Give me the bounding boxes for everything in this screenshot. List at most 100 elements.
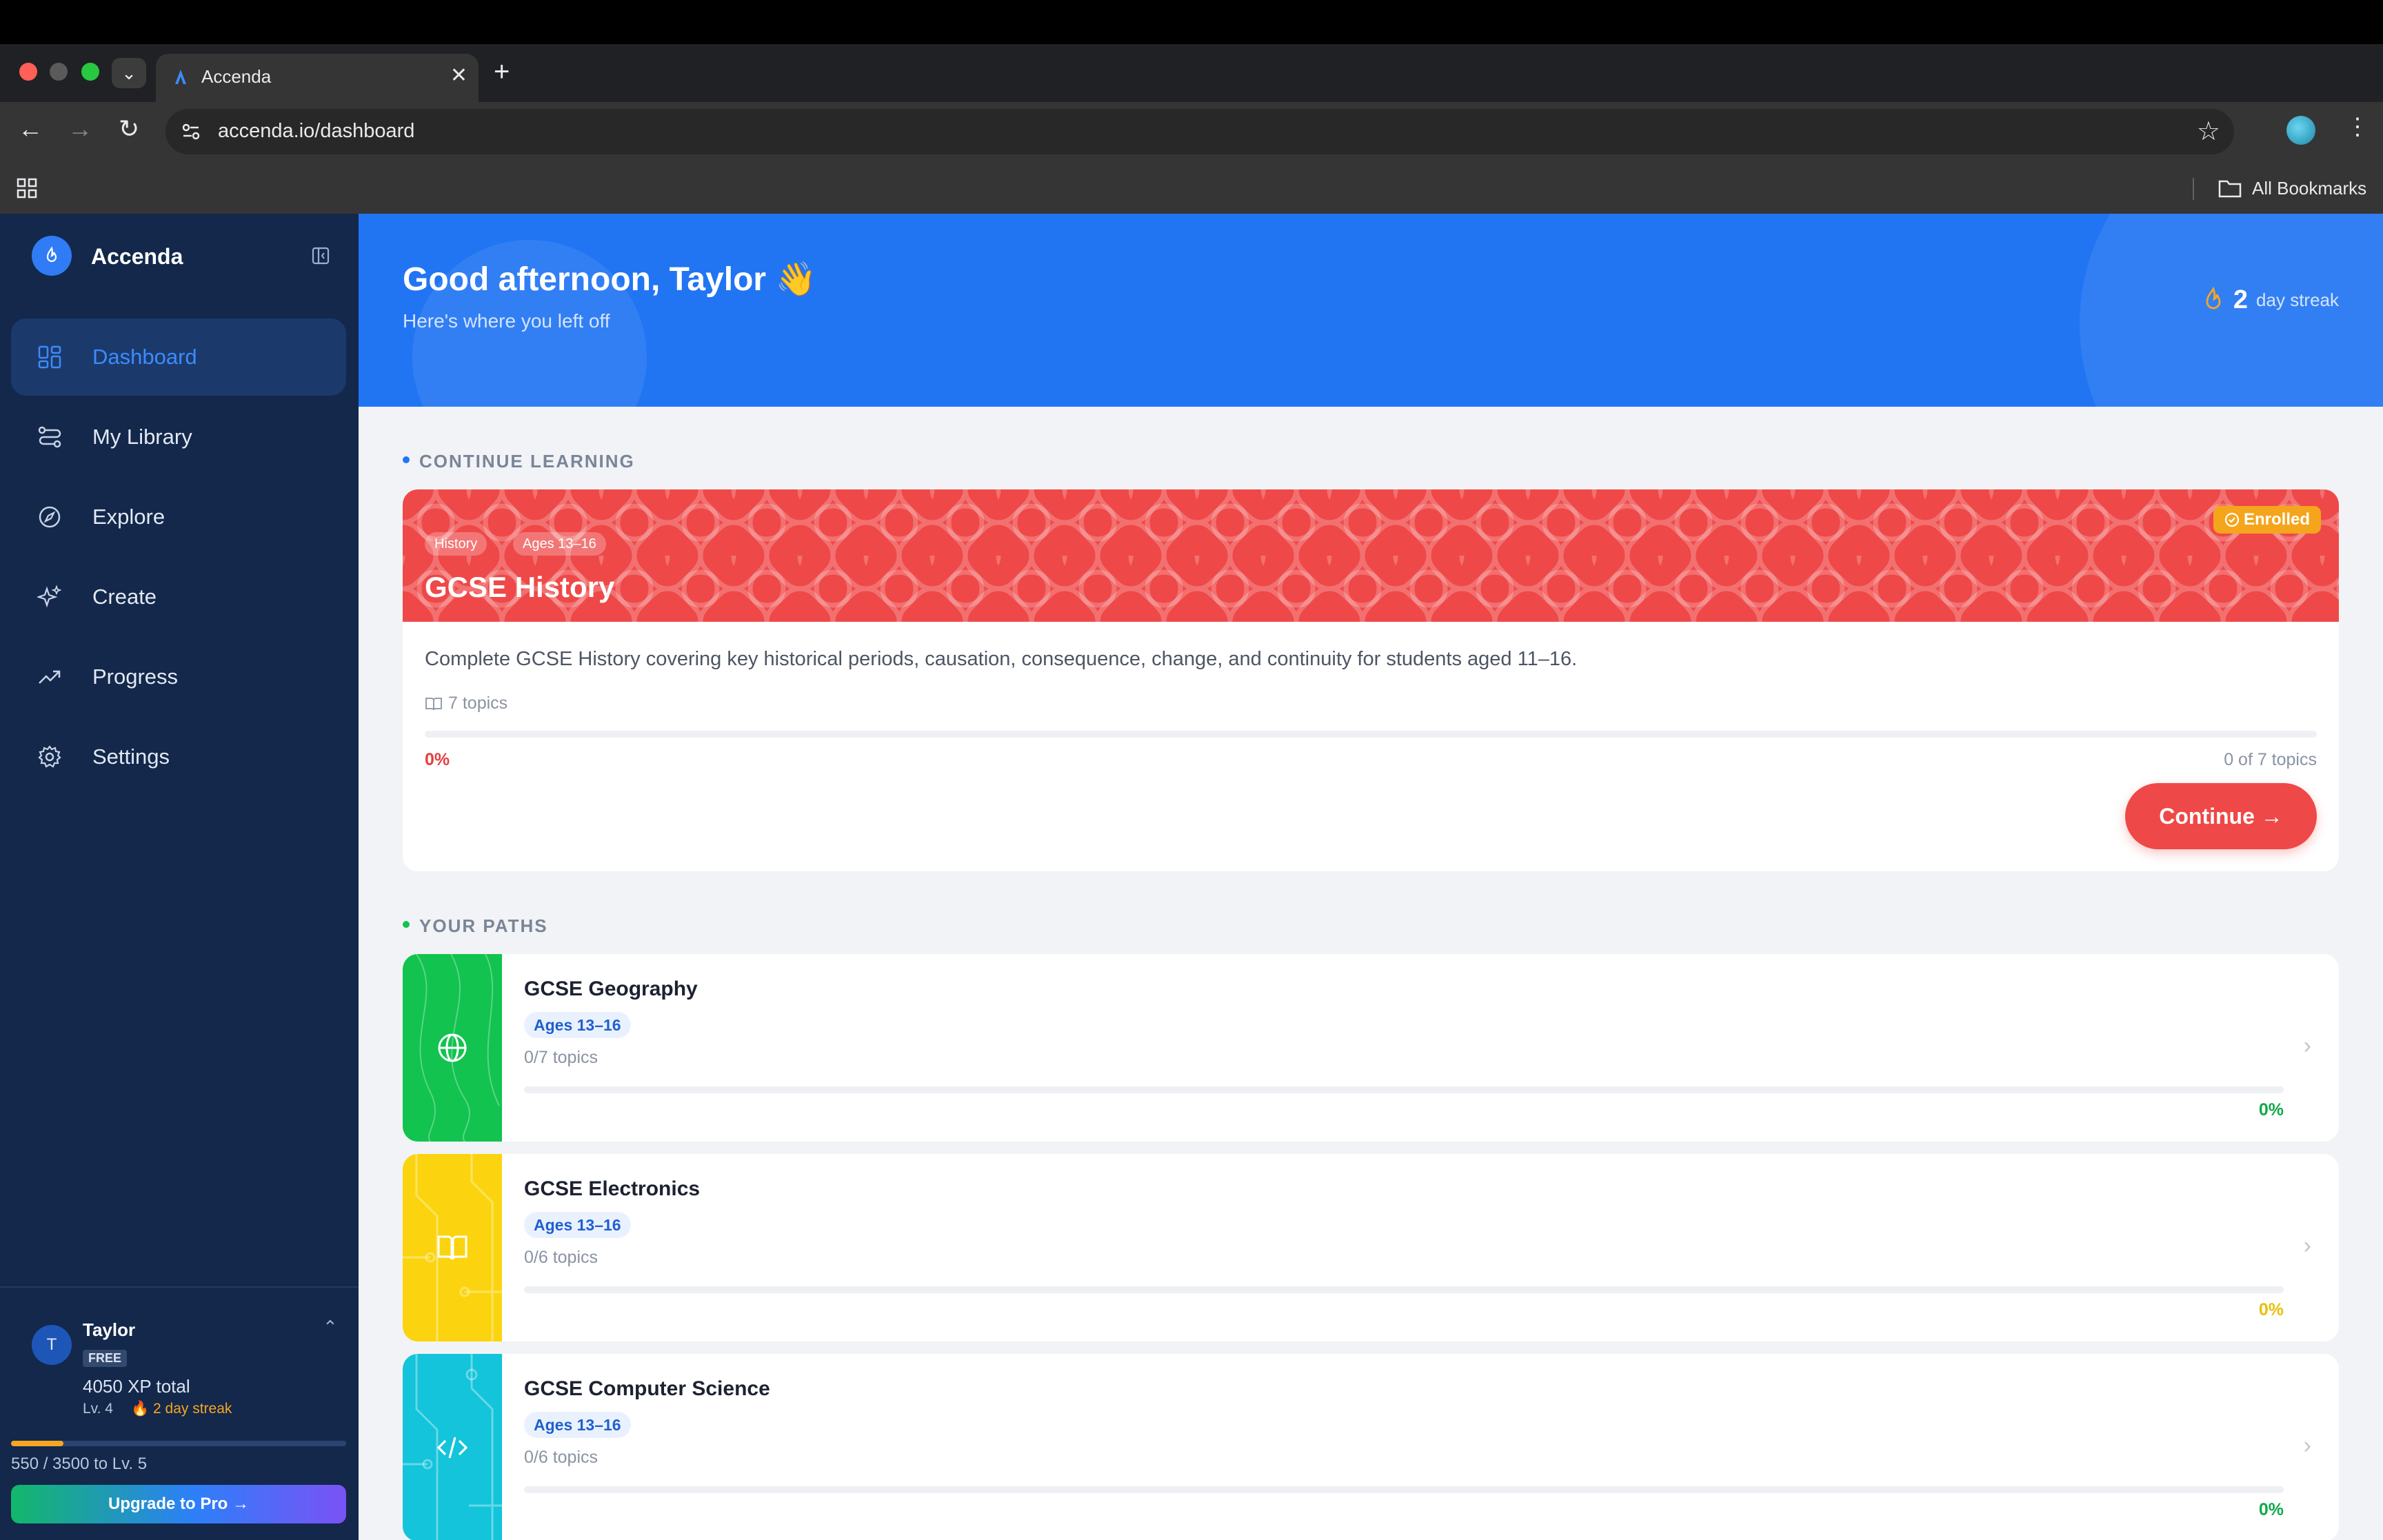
sidebar-item-label: Explore [92,505,165,529]
code-icon [436,1437,468,1459]
sidebar-item-label: Settings [92,744,170,769]
user-name: Taylor [83,1319,136,1340]
maximize-window-button[interactable] [81,63,99,81]
streak-counter: 2 day streak [2202,283,2339,317]
sidebar-item-dashboard[interactable]: Dashboard [11,318,346,396]
chevron-right-icon[interactable]: › [2304,1432,2311,1459]
sidebar-item-label: Create [92,585,157,609]
path-percent: 0% [2258,1300,2284,1319]
profile-avatar[interactable] [2286,116,2315,145]
gear-icon [38,745,61,768]
dashboard-icon [38,345,61,369]
course-title: GCSE History [425,571,615,603]
close-window-button[interactable] [19,63,37,81]
tab-search-button[interactable]: ⌄ [112,58,146,88]
path-title: GCSE Electronics [524,1177,701,1200]
bookmark-star-icon[interactable]: ☆ [2197,116,2220,147]
navigation-bar: ← → ↻ accenda.io/dashboard ☆ ⋮ [0,102,2383,163]
continue-button[interactable]: Continue → [2125,783,2317,849]
greeting: Good afternoon, Taylor 👋 [403,261,817,298]
app-area: Accenda Dashboard My Library Explore Cre… [0,214,2383,1540]
new-tab-button[interactable]: + [494,57,510,88]
path-progress-bar [524,1286,2284,1293]
course-topics: 7 topics [425,693,507,713]
course-tag: Ages 13–16 [513,532,606,556]
sidebar-item-label: Dashboard [92,345,197,369]
flame-icon: 🔥 [131,1401,150,1417]
xp-caption: 550 / 3500 to Lv. 5 [11,1455,148,1473]
path-title: GCSE Geography [524,977,698,1000]
path-percent: 0% [2258,1100,2284,1119]
address-bar[interactable]: accenda.io/dashboard ☆ [165,109,2234,154]
book-icon [425,697,442,710]
path-thumbnail [403,1154,502,1341]
compass-icon [39,506,61,528]
path-topics: 0/7 topics [524,1048,599,1067]
apps-grid-icon[interactable] [15,176,39,200]
course-banner: History Ages 13–16 GCSE History Enrolled [403,489,2339,622]
brand-logo[interactable] [32,236,72,276]
course-topic-count: 0 of 7 topics [2224,750,2317,769]
path-topics: 0/6 topics [524,1248,599,1267]
course-percent: 0% [425,750,450,769]
accenda-favicon-icon [175,70,186,84]
sparkle-icon [37,585,62,608]
screen: ⌄ Accenda ✕ + ← → ↻ accenda.io/dashboard… [0,0,2383,1540]
all-bookmarks-link[interactable]: All Bookmarks [2252,178,2366,199]
close-tab-icon[interactable]: ✕ [450,63,467,88]
streak-label: day streak [2256,289,2339,310]
chevron-right-icon[interactable]: › [2304,1233,2311,1259]
url-text: accenda.io/dashboard [218,120,415,142]
path-card-electronics[interactable]: GCSE Electronics Ages 13–16 0/6 topics 0… [403,1154,2339,1341]
path-topics: 0/6 topics [524,1448,599,1467]
course-description: Complete GCSE History covering key histo… [425,648,1578,670]
path-age-badge: Ages 13–16 [524,1012,631,1038]
sidebar-item-create[interactable]: Create [11,558,346,636]
site-settings-icon[interactable] [179,120,203,143]
brand-name: Accenda [91,244,183,269]
path-progress-bar [524,1086,2284,1093]
flame-icon [2206,287,2221,310]
collapse-sidebar-icon[interactable] [312,247,330,265]
path-card-computer-science[interactable]: GCSE Computer Science Ages 13–16 0/6 top… [403,1354,2339,1540]
tab-bar: ⌄ Accenda ✕ + [0,44,2383,102]
sidebar-item-settings[interactable]: Settings [11,718,346,796]
flame-icon [46,246,57,263]
continue-course-card[interactable]: History Ages 13–16 GCSE History Enrolled… [403,489,2339,871]
banner-pattern [403,489,2339,622]
path-age-badge: Ages 13–16 [524,1412,631,1438]
back-button[interactable]: ← [18,114,43,143]
sidebar-item-label: Progress [92,665,179,689]
sidebar-item-progress[interactable]: Progress [11,638,346,716]
section-dot [403,921,410,928]
path-age-badge: Ages 13–16 [524,1212,631,1238]
sidebar-item-label: My Library [92,425,192,449]
user-streak-label: 2 day streak [153,1401,232,1417]
avatar[interactable]: T [32,1325,72,1365]
forward-button[interactable]: → [68,114,92,143]
path-progress-bar [524,1486,2284,1493]
sidebar-divider [0,1286,359,1288]
sidebar-item-explore[interactable]: Explore [11,478,346,556]
section-heading-paths: YOUR PATHS [419,915,548,936]
chevron-up-icon[interactable]: ⌃ [323,1317,338,1338]
path-thumbnail [403,954,502,1142]
book-icon [437,1235,467,1260]
browser-menu-icon[interactable]: ⋮ [2346,113,2369,141]
sidebar: Accenda Dashboard My Library Explore Cre… [0,214,359,1540]
xp-progress-bar [11,1441,346,1446]
sidebar-item-my-library[interactable]: My Library [11,398,346,476]
xp-total: 4050 XP total [83,1376,190,1397]
minimize-window-button[interactable] [50,63,68,81]
upgrade-button[interactable]: Upgrade to Pro → [11,1485,346,1523]
bookmarks-divider [2193,178,2194,200]
level-label: Lv. 4 [83,1401,113,1417]
user-streak: 🔥 2 day streak [131,1401,232,1417]
path-percent: 0% [2258,1500,2284,1519]
folder-icon [2218,180,2242,198]
chevron-right-icon[interactable]: › [2304,1033,2311,1060]
browser-tab[interactable]: Accenda ✕ [156,54,479,102]
reload-button[interactable]: ↻ [119,114,139,143]
section-heading-continue: CONTINUE LEARNING [419,451,635,472]
path-card-geography[interactable]: GCSE Geography Ages 13–16 0/7 topics 0% … [403,954,2339,1142]
